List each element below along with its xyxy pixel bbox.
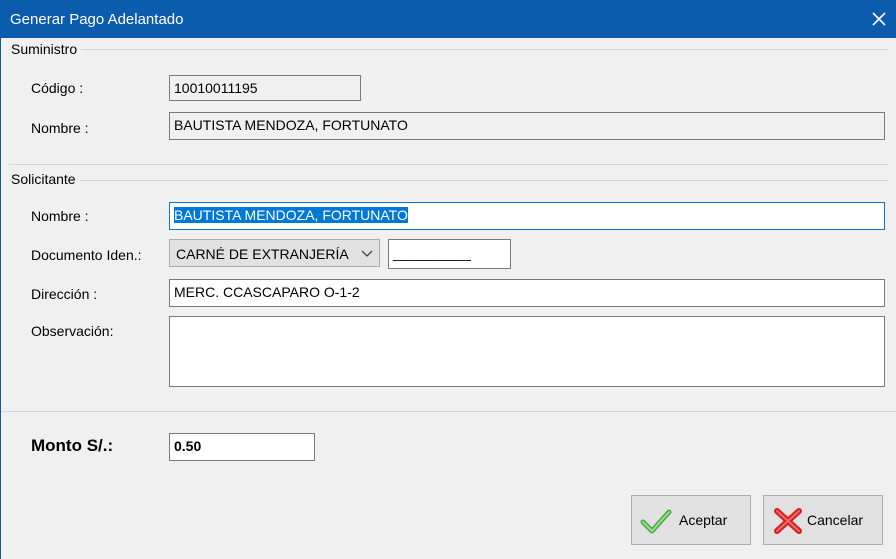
- close-button[interactable]: [864, 6, 894, 32]
- cancelar-label: Cancelar: [807, 512, 864, 528]
- documento-label: Documento Iden.:: [31, 247, 142, 263]
- close-icon: [872, 12, 886, 26]
- solicitante-nombre-label: Nombre :: [31, 208, 89, 224]
- dialog-body: Suministro Código : 10010011195 Nombre :…: [0, 38, 896, 559]
- cancelar-button[interactable]: Cancelar: [763, 495, 883, 545]
- x-icon: [774, 508, 802, 534]
- aceptar-button[interactable]: Aceptar: [631, 495, 751, 545]
- direccion-label: Dirección :: [31, 286, 98, 302]
- monto-label: Monto S/.:: [31, 436, 114, 455]
- direccion-input[interactable]: MERC. CCASCAPARO O-1-2: [169, 279, 885, 307]
- check-icon: [640, 509, 672, 534]
- documento-type-select[interactable]: CARNÉ DE EXTRANJERÍA: [169, 239, 380, 267]
- suministro-group-border: [9, 49, 889, 50]
- monto-input[interactable]: 0.50: [169, 433, 315, 461]
- suministro-nombre-field[interactable]: BAUTISTA MENDOZA, FORTUNATO: [169, 112, 885, 140]
- selected-text: BAUTISTA MENDOZA, FORTUNATO: [174, 207, 408, 223]
- title-bar: Generar Pago Adelantado: [0, 0, 896, 38]
- solicitante-group-border: [9, 180, 889, 181]
- bottom-separator: [1, 411, 896, 412]
- solicitante-group-title: Solicitante: [11, 171, 80, 187]
- window-title: Generar Pago Adelantado: [10, 11, 184, 28]
- suministro-group-title: Suministro: [11, 41, 82, 57]
- documento-type-value: CARNÉ DE EXTRANJERÍA: [176, 246, 349, 262]
- chevron-down-icon: [361, 250, 373, 257]
- documento-number-input[interactable]: __________: [388, 239, 511, 269]
- solicitante-nombre-input[interactable]: BAUTISTA MENDOZA, FORTUNATO: [169, 202, 885, 230]
- observacion-label: Observación:: [31, 323, 114, 339]
- separator-line: [9, 164, 889, 165]
- codigo-label: Código :: [31, 80, 84, 96]
- codigo-field[interactable]: 10010011195: [169, 75, 361, 101]
- observacion-textarea[interactable]: [169, 316, 885, 387]
- aceptar-label: Aceptar: [679, 512, 728, 528]
- suministro-nombre-label: Nombre :: [31, 120, 89, 136]
